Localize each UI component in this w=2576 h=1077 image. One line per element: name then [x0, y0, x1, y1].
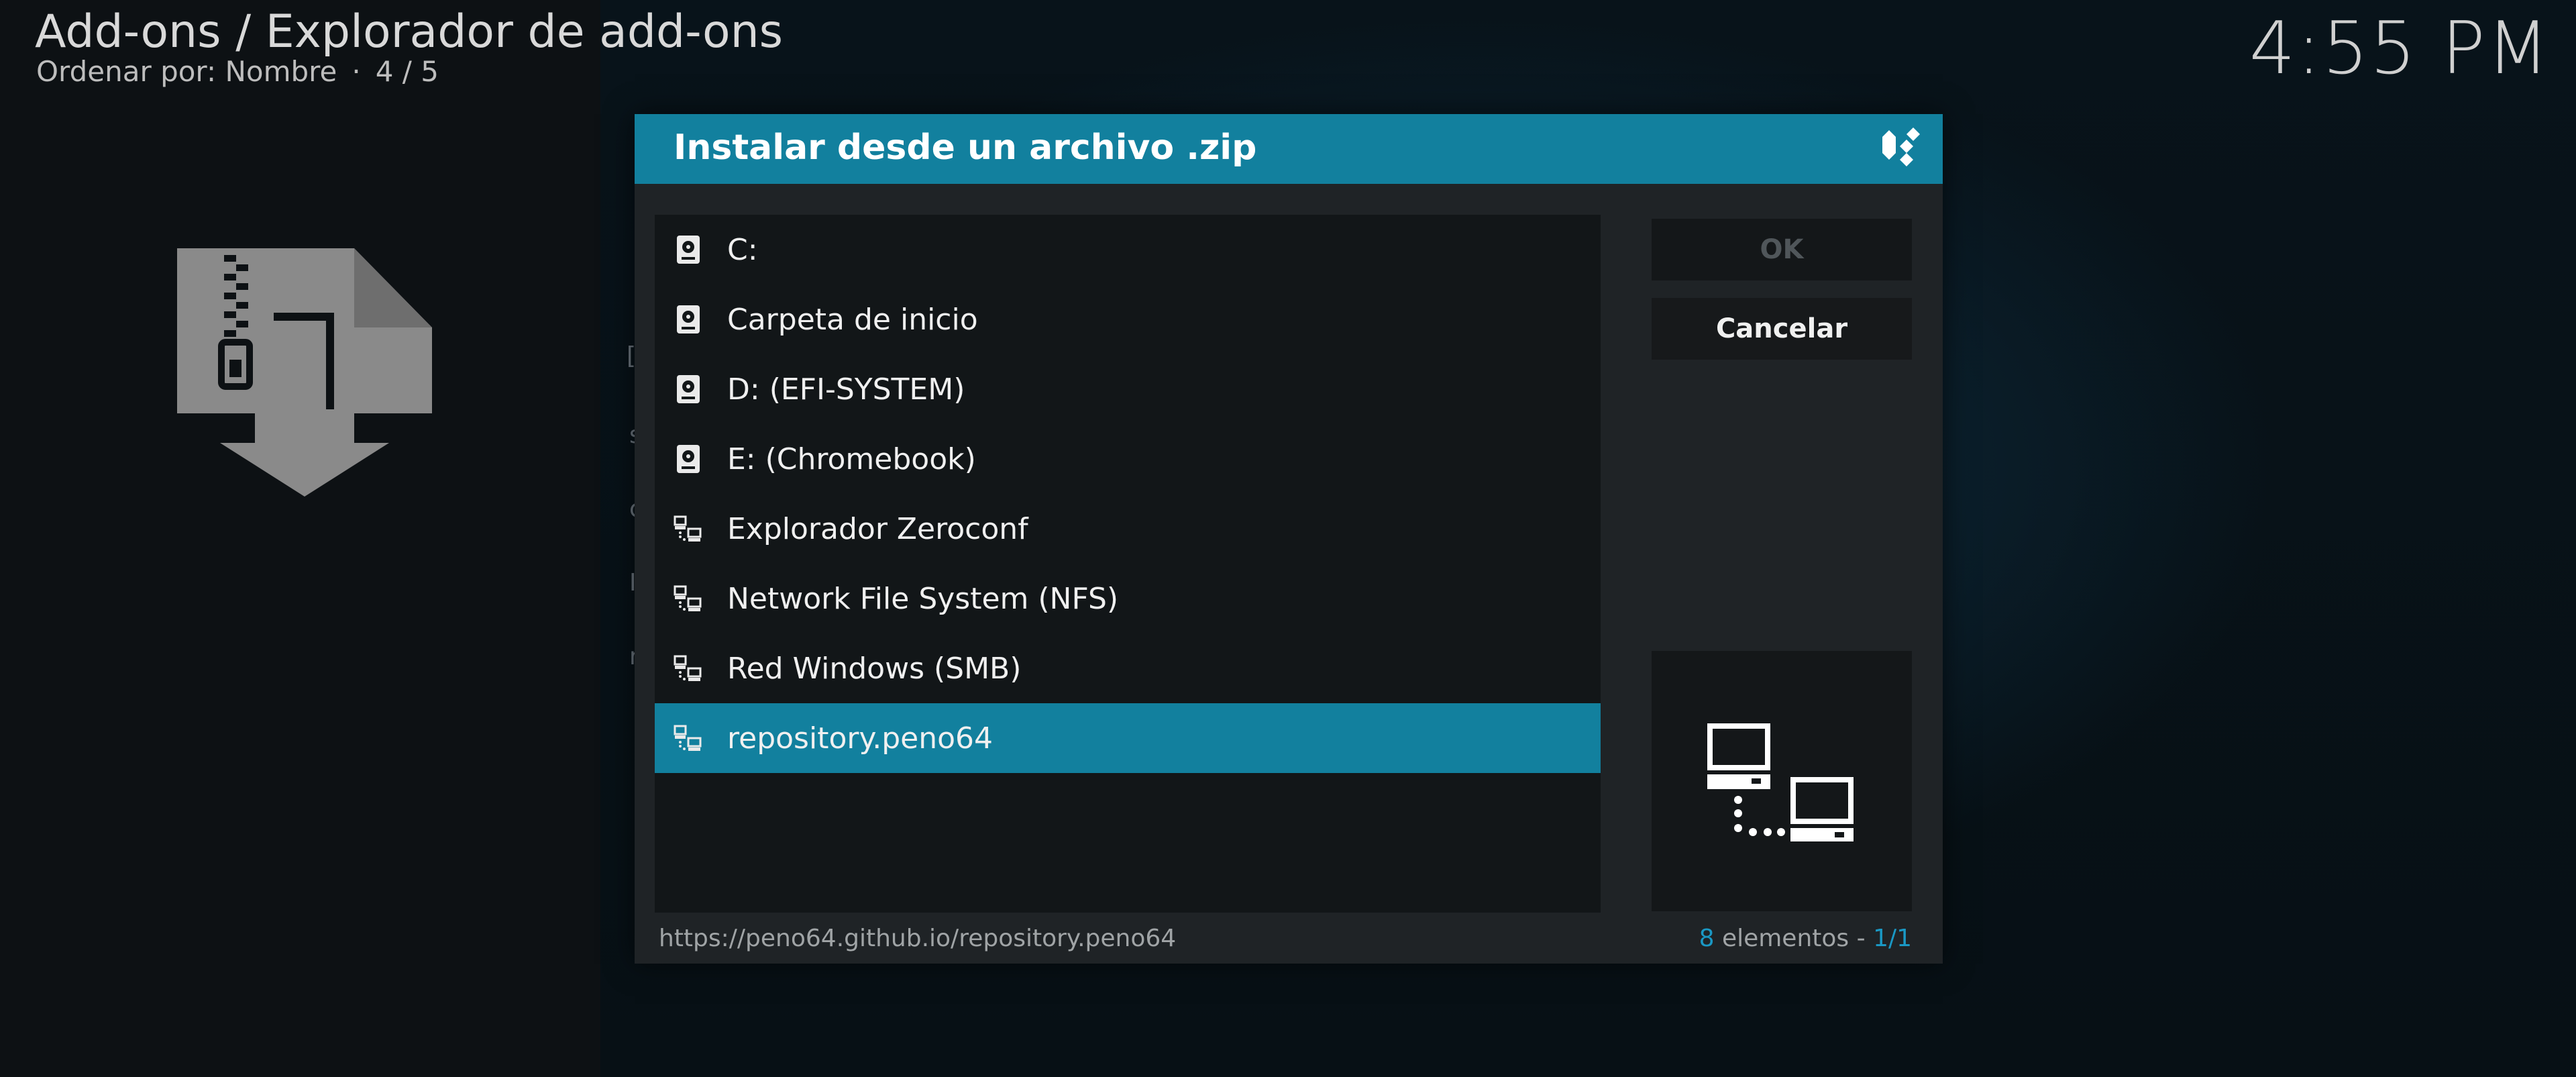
- list-item-label: Red Windows (SMB): [727, 651, 1022, 686]
- dialog-header: Instalar desde un archivo .zip: [635, 114, 1943, 184]
- list-item-label: D: (EFI-SYSTEM): [727, 372, 965, 407]
- kodi-logo-icon: [1882, 127, 1920, 166]
- sort-info: Ordenar por: Nombre · 4 / 5: [36, 55, 439, 88]
- list-item[interactable]: E: (Chromebook): [655, 424, 1601, 494]
- list-item-label: repository.peno64: [727, 721, 993, 756]
- sort-label[interactable]: Ordenar por: Nombre: [36, 55, 337, 88]
- hard-drive-icon: [674, 305, 703, 334]
- network-icon: [674, 514, 703, 544]
- separator: ·: [352, 55, 361, 88]
- selected-path: https://peno64.github.io/repository.peno…: [659, 925, 1177, 952]
- cancel-button[interactable]: Cancelar: [1652, 298, 1912, 360]
- list-item[interactable]: Carpeta de inicio: [655, 285, 1601, 354]
- source-list: C: Carpeta de inicio D: (EFI-SYSTEM) E: …: [655, 215, 1601, 913]
- left-panel: [0, 0, 600, 1077]
- list-item[interactable]: Explorador Zeroconf: [655, 494, 1601, 564]
- list-item[interactable]: D: (EFI-SYSTEM): [655, 354, 1601, 424]
- network-icon: [674, 723, 703, 753]
- network-icon: [674, 654, 703, 683]
- list-item[interactable]: C:: [655, 215, 1601, 285]
- item-count-label: elementos -: [1721, 925, 1866, 952]
- hard-drive-icon: [674, 444, 703, 474]
- zip-download-icon: [177, 248, 432, 497]
- list-item-label: C:: [727, 232, 758, 267]
- list-item[interactable]: Red Windows (SMB): [655, 633, 1601, 703]
- ok-button[interactable]: OK: [1652, 219, 1912, 280]
- preview-panel: [1652, 651, 1912, 911]
- list-item-label: Network File System (NFS): [727, 581, 1119, 616]
- network-icon: [674, 584, 703, 613]
- list-item-label: Explorador Zeroconf: [727, 511, 1028, 546]
- list-item-label: Carpeta de inicio: [727, 302, 978, 337]
- install-zip-dialog: Instalar desde un archivo .zip C: Carpet…: [635, 114, 1943, 964]
- network-computers-icon: [1707, 723, 1854, 841]
- dialog-title: Instalar desde un archivo .zip: [674, 127, 1257, 168]
- item-count-number: 8: [1699, 925, 1715, 952]
- list-item-label: E: (Chromebook): [727, 442, 976, 476]
- hard-drive-icon: [674, 374, 703, 404]
- page-title: Add-ons / Explorador de add-ons: [35, 5, 784, 58]
- list-item-selected[interactable]: repository.peno64: [655, 703, 1601, 773]
- list-item[interactable]: Network File System (NFS): [655, 564, 1601, 633]
- hard-drive-icon: [674, 235, 703, 264]
- item-position: 4 / 5: [375, 55, 439, 88]
- clock: 4:55 PM: [2249, 7, 2551, 91]
- page-indicator: 1/1: [1873, 925, 1912, 952]
- item-count: 8 elementos - 1/1: [1699, 925, 1912, 952]
